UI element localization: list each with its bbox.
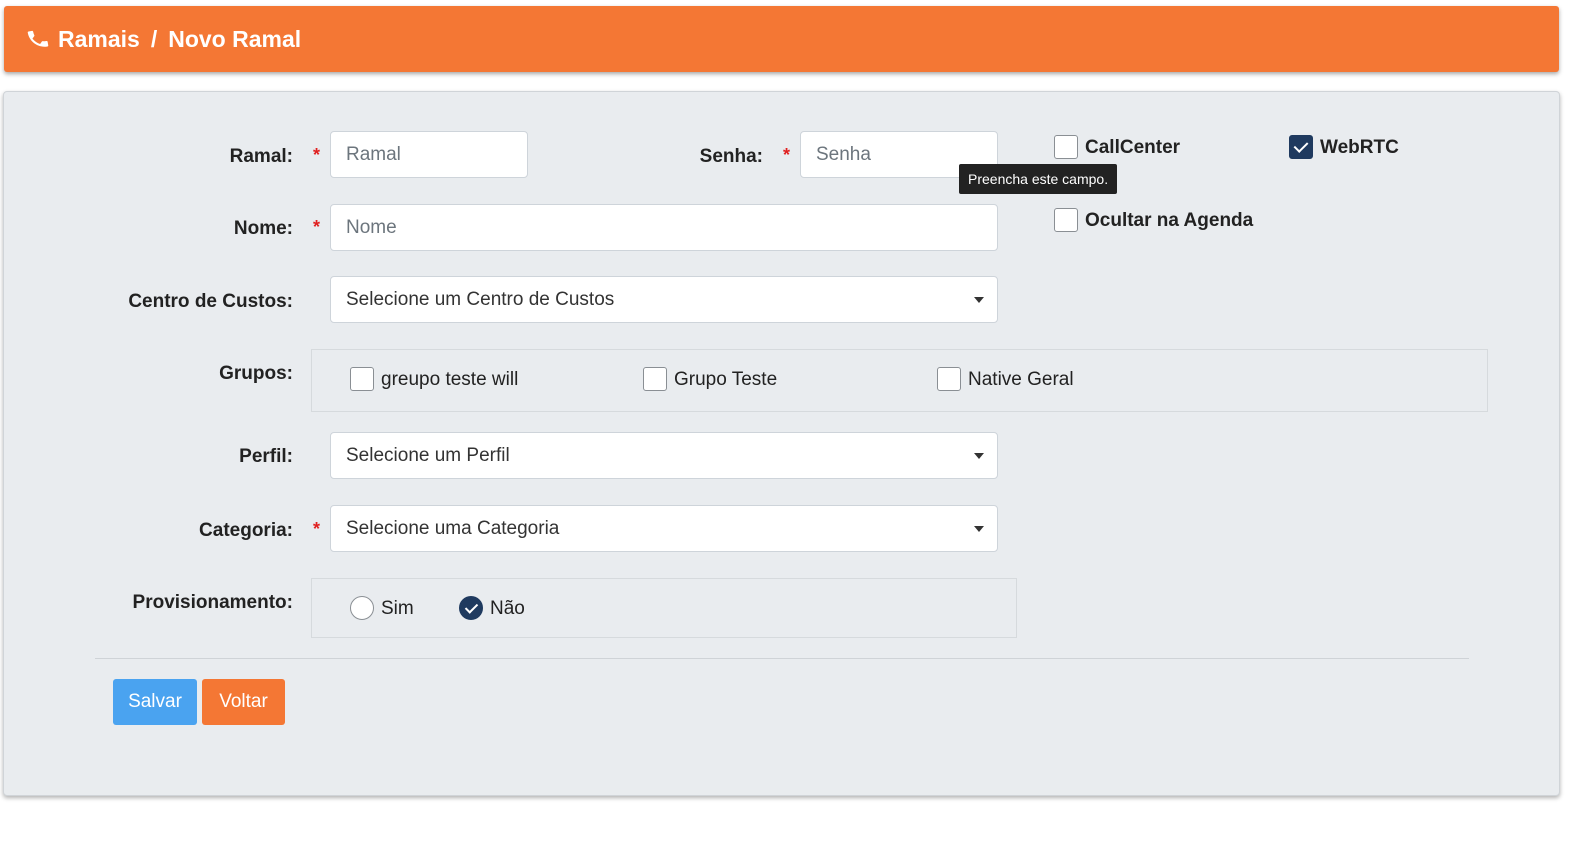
centro-custos-value: Selecione um Centro de Custos [346, 288, 615, 310]
grupo-checkbox[interactable] [937, 367, 961, 391]
nome-required-mark: * [313, 217, 321, 237]
provisionamento-box [311, 578, 1017, 638]
webrtc-checkbox[interactable] [1289, 135, 1313, 159]
grupo-label: Grupo Teste [674, 369, 778, 390]
phone-icon [27, 30, 49, 47]
perfil-select[interactable]: Selecione um Perfil [330, 432, 998, 479]
validation-tooltip: Preencha este campo. [959, 164, 1118, 194]
provisionamento-sim-radio[interactable] [350, 596, 374, 620]
chevron-down-icon [974, 296, 984, 303]
divider [95, 658, 1469, 659]
save-button[interactable]: Salvar [113, 679, 197, 725]
grupo-checkbox[interactable] [643, 367, 667, 391]
grupo-checkbox[interactable] [350, 367, 374, 391]
provisionamento-nao-label: Não [490, 598, 525, 619]
grupos-label: Grupos: [219, 363, 293, 384]
categoria-required-mark: * [313, 519, 321, 539]
breadcrumb-novo-ramal: Novo Ramal [168, 25, 302, 52]
nome-input[interactable] [330, 204, 998, 251]
grupo-label: Native Geral [968, 369, 1074, 390]
breadcrumb-separator: / [150, 25, 158, 52]
centro-custos-select[interactable]: Selecione um Centro de Custos [330, 276, 998, 323]
page-header: Ramais / Novo Ramal [4, 6, 1559, 72]
breadcrumb-ramais[interactable]: Ramais [58, 26, 140, 53]
perfil-value: Selecione um Perfil [346, 444, 510, 466]
senha-required-mark: * [783, 145, 791, 165]
categoria-label: Categoria: [199, 520, 293, 541]
ocultar-agenda-label: Ocultar na Agenda [1085, 210, 1254, 231]
grupo-label: greupo teste will [381, 369, 519, 390]
ramal-required-mark: * [313, 145, 321, 165]
centro-custos-label: Centro de Custos: [128, 291, 293, 312]
senha-label: Senha: [699, 146, 763, 167]
webrtc-label: WebRTC [1320, 137, 1399, 158]
nome-label: Nome: [233, 218, 293, 239]
categoria-value: Selecione uma Categoria [346, 517, 560, 539]
provisionamento-sim-label: Sim [381, 598, 414, 619]
chevron-down-icon [974, 452, 984, 459]
back-button[interactable]: Voltar [202, 679, 285, 725]
callcenter-checkbox[interactable] [1054, 135, 1078, 159]
form-card: Ramal: * Senha: * Preencha este campo. C… [3, 91, 1560, 796]
categoria-select[interactable]: Selecione uma Categoria [330, 505, 998, 552]
provisionamento-nao-radio[interactable] [459, 596, 483, 620]
ramal-label: Ramal: [229, 146, 293, 167]
callcenter-label: CallCenter [1085, 137, 1181, 158]
chevron-down-icon [974, 525, 984, 532]
ocultar-agenda-checkbox[interactable] [1054, 208, 1078, 232]
perfil-label: Perfil: [239, 446, 293, 467]
provisionamento-label: Provisionamento: [132, 592, 293, 613]
